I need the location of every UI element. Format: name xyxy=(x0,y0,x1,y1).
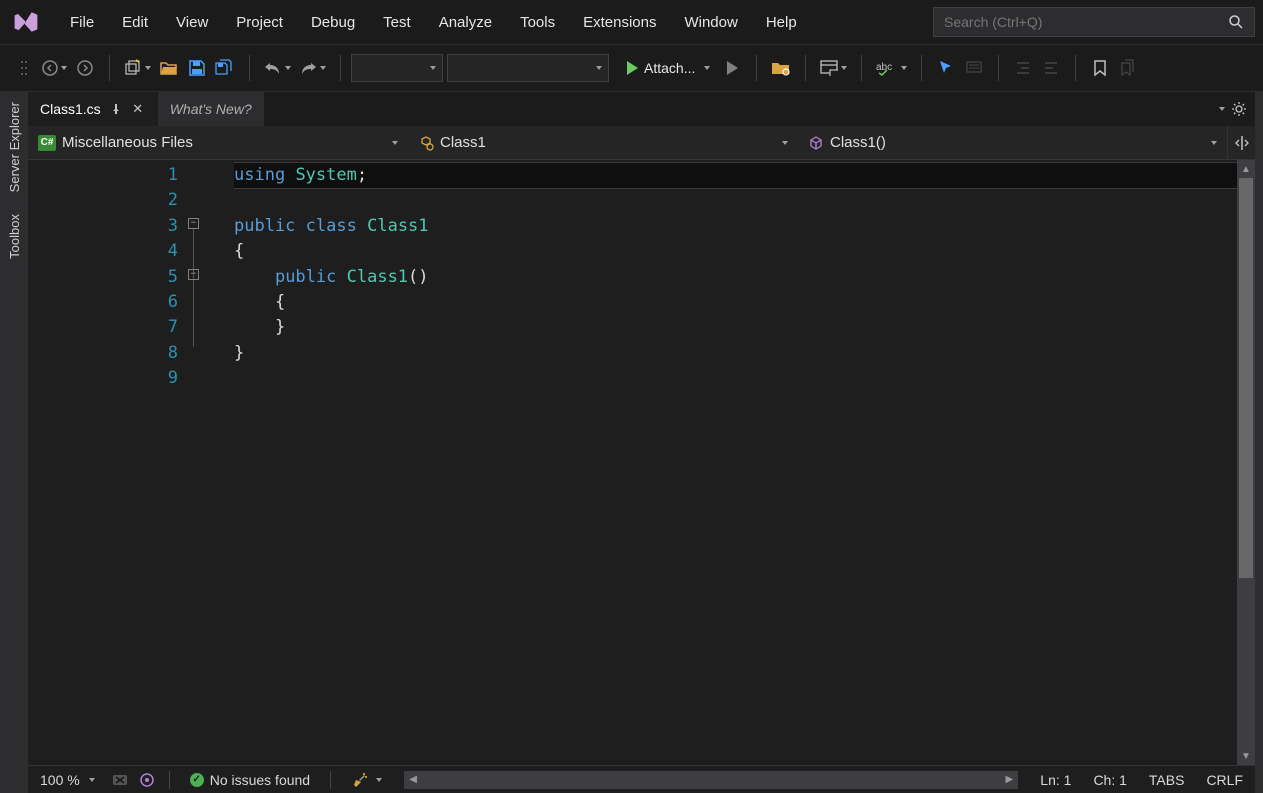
issues-status[interactable]: ✓ No issues found xyxy=(184,772,316,788)
outdent-button[interactable] xyxy=(1037,54,1065,82)
indent-mode[interactable]: TABS xyxy=(1143,772,1191,788)
cursor-col[interactable]: Ch: 1 xyxy=(1087,772,1132,788)
menu-window[interactable]: Window xyxy=(670,8,751,37)
navigation-bar: C# Miscellaneous Files Class1 Class1() xyxy=(28,126,1255,160)
cursor-line[interactable]: Ln: 1 xyxy=(1034,772,1077,788)
fold-toggle-icon[interactable]: − xyxy=(188,218,199,229)
solution-platform-dropdown[interactable] xyxy=(447,54,609,82)
member-label: Class1() xyxy=(830,134,886,151)
search-box[interactable] xyxy=(933,7,1255,37)
scroll-right-icon[interactable]: ▶ xyxy=(1000,774,1018,785)
brush-button[interactable] xyxy=(345,772,388,788)
document-tabstrip: Class1.cs ✕ What's New? xyxy=(28,92,1255,126)
check-icon: ✓ xyxy=(190,773,204,787)
scroll-thumb[interactable] xyxy=(1239,178,1253,578)
svg-text:abc: abc xyxy=(876,62,892,73)
menu-view[interactable]: View xyxy=(162,8,222,37)
open-file-button[interactable] xyxy=(155,54,183,82)
toolbar: Attach... abc xyxy=(0,44,1263,92)
csharp-icon: C# xyxy=(38,135,56,151)
drag-handle-icon[interactable] xyxy=(10,54,38,82)
menu-project[interactable]: Project xyxy=(222,8,297,37)
editor-status-bar: 100 % ✓ No issues found ◀ ▶ Ln: 1 Ch: 1 … xyxy=(28,765,1255,793)
scroll-left-icon[interactable]: ◀ xyxy=(404,774,422,785)
menu-edit[interactable]: Edit xyxy=(108,8,162,37)
tab-title: What's New? xyxy=(170,101,252,117)
comment-button[interactable] xyxy=(960,54,988,82)
spell-check-button[interactable]: abc xyxy=(872,54,911,82)
menu-test[interactable]: Test xyxy=(369,8,425,37)
save-button[interactable] xyxy=(183,54,211,82)
line-ending[interactable]: CRLF xyxy=(1200,772,1249,788)
line-number-gutter: 123456789 xyxy=(28,160,188,765)
error-lens-icon[interactable] xyxy=(111,772,129,788)
vertical-scrollbar[interactable]: ▲ ▼ xyxy=(1237,160,1255,765)
visual-studio-logo-icon xyxy=(12,8,40,36)
menu-bar: File Edit View Project Debug Test Analyz… xyxy=(0,0,1263,44)
editor-area: Class1.cs ✕ What's New? C# Miscellaneous… xyxy=(28,92,1255,793)
redo-button[interactable] xyxy=(295,54,330,82)
intellicode-icon[interactable] xyxy=(139,772,155,788)
server-explorer-tab[interactable]: Server Explorer xyxy=(3,92,26,202)
zoom-level[interactable]: 100 % xyxy=(34,772,101,788)
right-dock-gutter xyxy=(1255,92,1263,793)
menu-debug[interactable]: Debug xyxy=(297,8,369,37)
fold-gutter: − − xyxy=(188,160,234,765)
toolbox-tab[interactable]: Toolbox xyxy=(3,204,26,269)
scope-dropdown[interactable]: C# Miscellaneous Files xyxy=(28,126,408,159)
horizontal-scrollbar[interactable]: ◀ ▶ xyxy=(404,771,1018,789)
new-project-button[interactable] xyxy=(120,54,155,82)
cursor-select-icon[interactable] xyxy=(932,54,960,82)
start-without-debug-button[interactable] xyxy=(718,54,746,82)
attach-label: Attach... xyxy=(644,60,695,76)
pin-icon[interactable] xyxy=(109,102,123,116)
play-icon xyxy=(627,61,638,75)
menu-tools[interactable]: Tools xyxy=(506,8,569,37)
bookmark-all-button[interactable] xyxy=(1114,54,1142,82)
code-content[interactable]: using System; public class Class1{ publi… xyxy=(234,160,1237,765)
code-editor[interactable]: 123456789 − − using System; public class… xyxy=(28,160,1255,765)
search-icon xyxy=(1228,14,1244,30)
class-icon xyxy=(418,135,434,151)
menu-file[interactable]: File xyxy=(56,8,108,37)
left-sidebar: Server Explorer Toolbox xyxy=(0,92,28,793)
method-icon xyxy=(808,135,824,151)
scope-label: Miscellaneous Files xyxy=(62,134,193,151)
class-dropdown[interactable]: Class1 xyxy=(408,126,798,159)
menu-extensions[interactable]: Extensions xyxy=(569,8,670,37)
menu-analyze[interactable]: Analyze xyxy=(425,8,506,37)
find-in-files-button[interactable] xyxy=(767,54,795,82)
fold-toggle-icon[interactable]: − xyxy=(188,269,199,280)
scroll-down-icon[interactable]: ▼ xyxy=(1237,747,1255,765)
play-outline-icon xyxy=(727,61,738,75)
attach-debugger-button[interactable]: Attach... xyxy=(619,54,718,82)
scroll-up-icon[interactable]: ▲ xyxy=(1237,160,1255,178)
undo-button[interactable] xyxy=(260,54,295,82)
solution-config-dropdown[interactable] xyxy=(351,54,443,82)
menu-help[interactable]: Help xyxy=(752,8,811,37)
nav-forward-button[interactable] xyxy=(71,54,99,82)
bookmark-button[interactable] xyxy=(1086,54,1114,82)
close-icon[interactable]: ✕ xyxy=(131,102,145,116)
tab-overflow-icon[interactable] xyxy=(1219,107,1225,111)
tab-title: Class1.cs xyxy=(40,101,101,117)
split-editor-button[interactable] xyxy=(1227,126,1255,159)
window-layout-button[interactable] xyxy=(816,54,851,82)
indent-button[interactable] xyxy=(1009,54,1037,82)
tab-whats-new[interactable]: What's New? xyxy=(158,92,265,126)
menu-items: File Edit View Project Debug Test Analyz… xyxy=(56,8,811,37)
tab-class1[interactable]: Class1.cs ✕ xyxy=(28,92,158,126)
save-all-button[interactable] xyxy=(211,54,239,82)
member-dropdown[interactable]: Class1() xyxy=(798,126,1227,159)
class-label: Class1 xyxy=(440,134,486,151)
settings-gear-icon[interactable] xyxy=(1231,101,1247,117)
search-input[interactable] xyxy=(944,14,1228,30)
nav-back-button[interactable] xyxy=(38,54,71,82)
